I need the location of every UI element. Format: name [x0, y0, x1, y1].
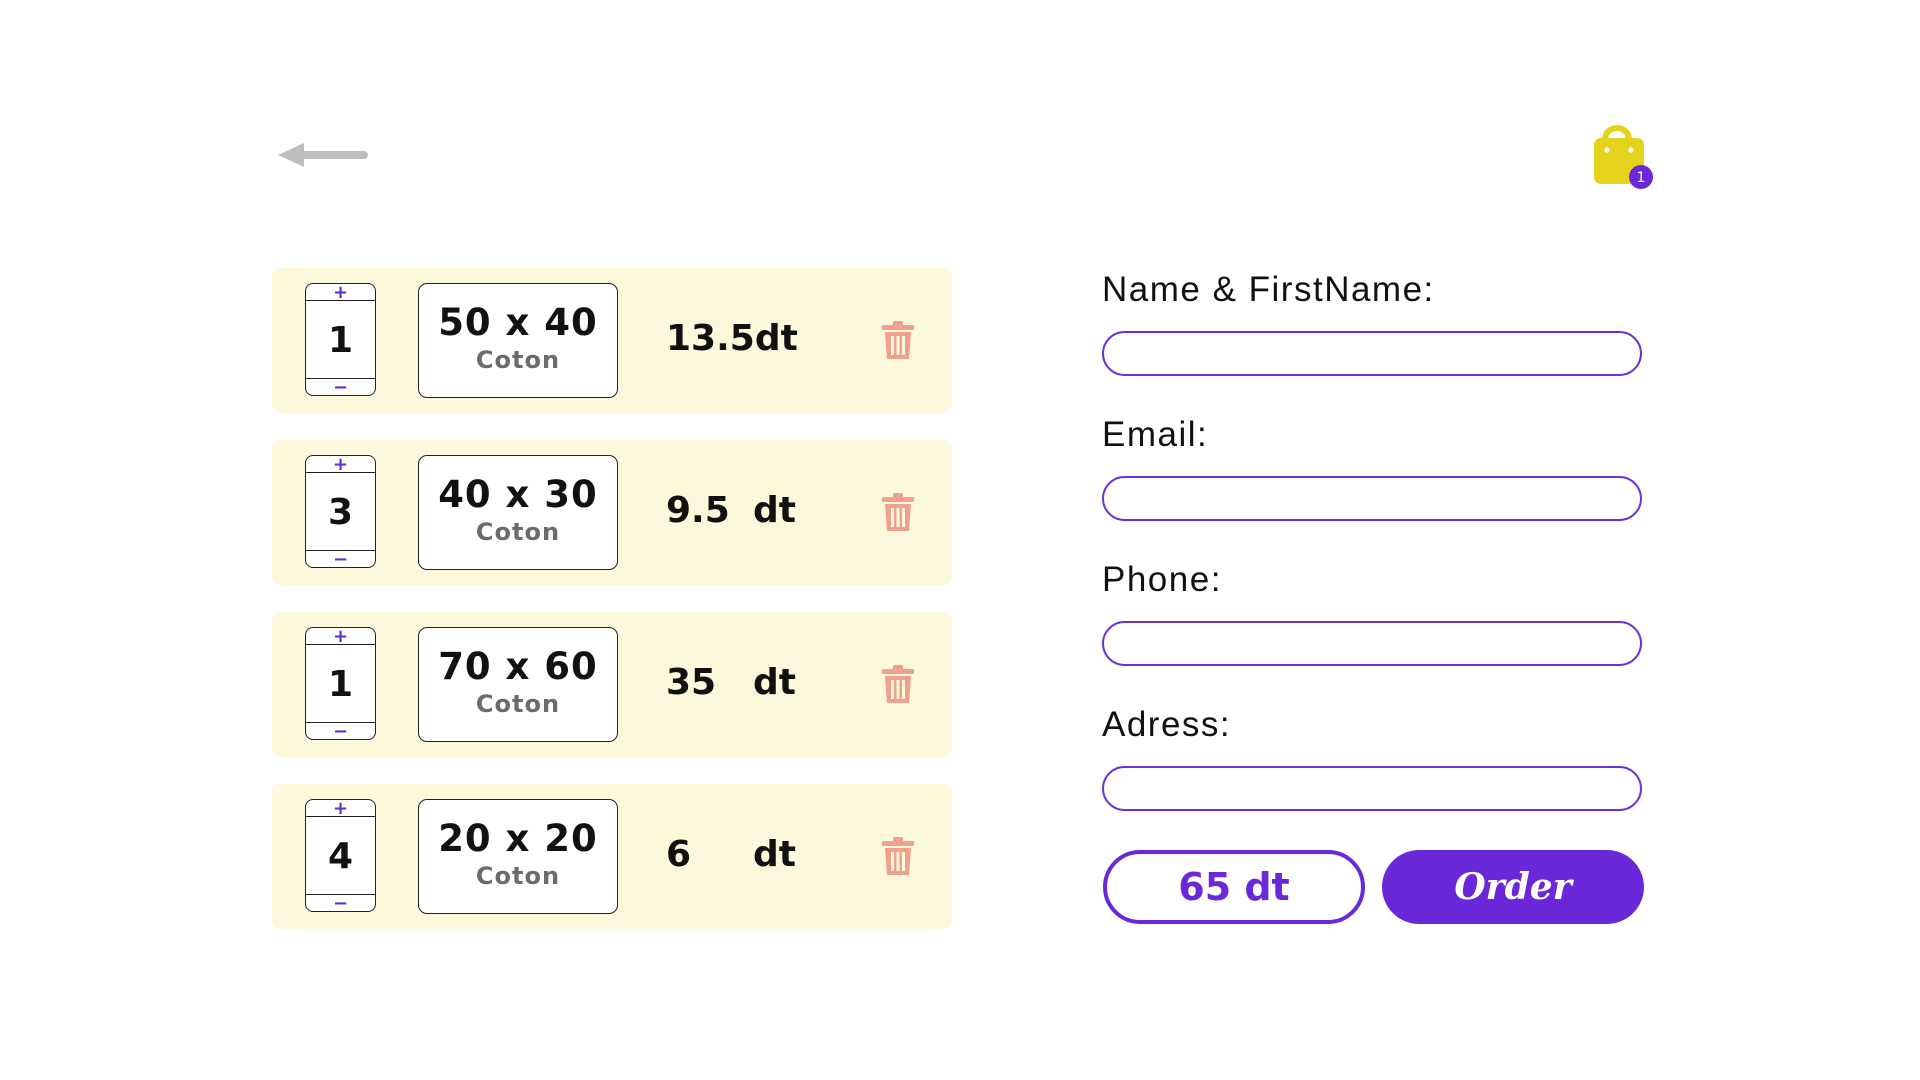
decrement-button[interactable]: − — [306, 550, 375, 569]
increment-button[interactable]: + — [306, 800, 375, 818]
quantity-value: 1 — [327, 319, 354, 361]
address-label: Adress: — [1102, 705, 1232, 744]
product-card: 70 x 60 Coton — [418, 627, 618, 742]
product-size: 20 x 20 — [438, 817, 598, 860]
cart-item: + 1 − 70 x 60 Coton 35 dt — [272, 612, 952, 757]
product-card: 50 x 40 Coton — [418, 283, 618, 398]
product-material: Coton — [475, 518, 561, 546]
product-material: Coton — [475, 346, 561, 374]
total-price: 65 dt — [1103, 850, 1365, 924]
cart-item: + 4 − 20 x 20 Coton 6 dt — [272, 784, 952, 929]
phone-input[interactable] — [1102, 621, 1642, 666]
product-size: 70 x 60 — [438, 645, 598, 688]
delete-button[interactable] — [882, 321, 914, 359]
shopping-bag-icon: 1 — [1594, 125, 1653, 189]
email-input[interactable] — [1102, 476, 1642, 521]
quantity-value: 3 — [327, 491, 354, 533]
product-size: 50 x 40 — [438, 301, 598, 344]
product-size: 40 x 30 — [438, 473, 598, 516]
price-value: 9.5 — [666, 490, 730, 531]
delete-button[interactable] — [882, 837, 914, 875]
product-material: Coton — [475, 690, 561, 718]
increment-button[interactable]: + — [306, 284, 375, 302]
quantity-stepper: + 3 − — [305, 455, 376, 569]
trash-icon — [882, 837, 914, 875]
item-price: 6 dt — [666, 834, 796, 875]
product-card: 40 x 30 Coton — [418, 455, 618, 570]
product-material: Coton — [475, 862, 561, 890]
price-currency: dt — [753, 662, 796, 703]
address-input[interactable] — [1102, 766, 1642, 811]
back-button[interactable] — [278, 140, 368, 170]
decrement-button[interactable]: − — [306, 722, 375, 741]
trash-icon — [882, 493, 914, 531]
quantity-stepper: + 4 − — [305, 799, 376, 913]
price-value: 35 — [666, 662, 717, 703]
phone-label: Phone: — [1102, 560, 1222, 599]
trash-icon — [882, 665, 914, 703]
increment-button[interactable]: + — [306, 628, 375, 646]
trash-icon — [882, 321, 914, 359]
price-value: 6 — [666, 834, 692, 875]
cart-item: + 1 − 50 x 40 Coton 13.5 dt — [272, 268, 952, 413]
name-label: Name & FirstName: — [1102, 270, 1435, 309]
item-price: 13.5 dt — [666, 318, 798, 359]
price-value: 13.5 — [666, 318, 755, 359]
decrement-button[interactable]: − — [306, 894, 375, 913]
price-currency: dt — [753, 490, 796, 531]
price-currency: dt — [753, 834, 796, 875]
arrow-left-icon — [278, 143, 368, 167]
quantity-value: 4 — [327, 835, 354, 877]
delete-button[interactable] — [882, 493, 914, 531]
order-button[interactable]: Order — [1382, 850, 1644, 924]
price-currency: dt — [754, 318, 798, 359]
cart-item: + 3 − 40 x 30 Coton 9.5 dt — [272, 440, 952, 585]
email-label: Email: — [1102, 415, 1209, 454]
cart-count-badge: 1 — [1637, 170, 1646, 186]
item-price: 9.5 dt — [666, 490, 796, 531]
item-price: 35 dt — [666, 662, 796, 703]
increment-button[interactable]: + — [306, 456, 375, 474]
name-input[interactable] — [1102, 331, 1642, 376]
decrement-button[interactable]: − — [306, 378, 375, 397]
product-card: 20 x 20 Coton — [418, 799, 618, 914]
quantity-stepper: + 1 − — [305, 627, 376, 741]
quantity-value: 1 — [327, 663, 354, 705]
cart-button[interactable]: 1 — [1588, 120, 1658, 192]
quantity-stepper: + 1 − — [305, 283, 376, 397]
delete-button[interactable] — [882, 665, 914, 703]
